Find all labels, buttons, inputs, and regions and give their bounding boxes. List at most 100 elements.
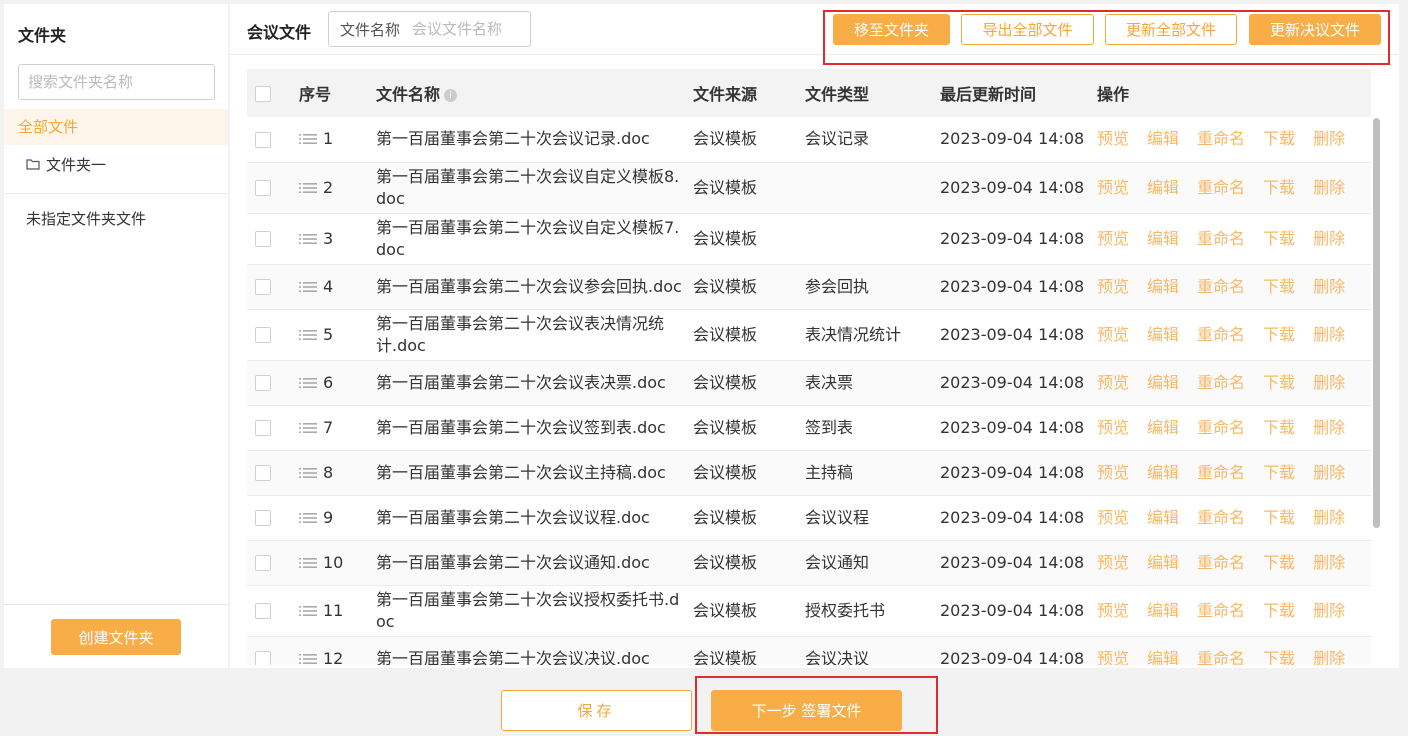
sidebar-item-all-files[interactable]: 全部文件 — [4, 109, 228, 145]
download-link[interactable]: 下载 — [1263, 553, 1295, 572]
row-checkbox[interactable] — [255, 231, 271, 247]
rename-link[interactable]: 重命名 — [1197, 178, 1245, 197]
rename-link[interactable]: 重命名 — [1197, 418, 1245, 437]
edit-link[interactable]: 编辑 — [1147, 178, 1179, 197]
move-to-folder-button[interactable]: 移至文件夹 — [833, 14, 950, 45]
drag-handle-icon[interactable] — [299, 281, 317, 293]
download-link[interactable]: 下载 — [1263, 649, 1295, 666]
delete-link[interactable]: 删除 — [1313, 553, 1345, 572]
create-folder-button[interactable]: 创建文件夹 — [51, 619, 181, 655]
row-checkbox[interactable] — [255, 651, 271, 665]
rename-link[interactable]: 重命名 — [1197, 508, 1245, 527]
sidebar-item-folder-one[interactable]: 文件夹一 — [26, 152, 106, 176]
delete-link[interactable]: 删除 — [1313, 229, 1345, 248]
delete-link[interactable]: 删除 — [1313, 373, 1345, 392]
rename-link[interactable]: 重命名 — [1197, 649, 1245, 666]
rename-link[interactable]: 重命名 — [1197, 463, 1245, 482]
edit-link[interactable]: 编辑 — [1147, 229, 1179, 248]
download-link[interactable]: 下载 — [1263, 418, 1295, 437]
edit-link[interactable]: 编辑 — [1147, 418, 1179, 437]
download-link[interactable]: 下载 — [1263, 178, 1295, 197]
delete-link[interactable]: 删除 — [1313, 418, 1345, 437]
row-checkbox[interactable] — [255, 327, 271, 343]
edit-link[interactable]: 编辑 — [1147, 373, 1179, 392]
row-checkbox[interactable] — [255, 555, 271, 571]
download-link[interactable]: 下载 — [1263, 129, 1295, 148]
delete-link[interactable]: 删除 — [1313, 463, 1345, 482]
drag-handle-icon[interactable] — [299, 653, 317, 665]
preview-link[interactable]: 预览 — [1097, 129, 1129, 148]
download-link[interactable]: 下载 — [1263, 229, 1295, 248]
edit-link[interactable]: 编辑 — [1147, 649, 1179, 666]
download-link[interactable]: 下载 — [1263, 601, 1295, 620]
preview-link[interactable]: 预览 — [1097, 178, 1129, 197]
preview-link[interactable]: 预览 — [1097, 649, 1129, 666]
drag-handle-icon[interactable] — [299, 467, 317, 479]
rename-link[interactable]: 重命名 — [1197, 129, 1245, 148]
rename-link[interactable]: 重命名 — [1197, 553, 1245, 572]
download-link[interactable]: 下载 — [1263, 508, 1295, 527]
filename-search-input[interactable] — [412, 20, 513, 38]
export-all-button[interactable]: 导出全部文件 — [961, 14, 1094, 45]
rename-link[interactable]: 重命名 — [1197, 277, 1245, 296]
edit-link[interactable]: 编辑 — [1147, 325, 1179, 344]
select-all-checkbox[interactable] — [255, 86, 271, 102]
delete-link[interactable]: 删除 — [1313, 325, 1345, 344]
delete-link[interactable]: 删除 — [1313, 601, 1345, 620]
preview-link[interactable]: 预览 — [1097, 508, 1129, 527]
update-all-button[interactable]: 更新全部文件 — [1105, 14, 1237, 45]
file-name: 第一百届董事会第二十次会议自定义模板7.doc — [376, 217, 680, 259]
delete-link[interactable]: 删除 — [1313, 277, 1345, 296]
edit-link[interactable]: 编辑 — [1147, 508, 1179, 527]
preview-link[interactable]: 预览 — [1097, 325, 1129, 344]
folder-search-input[interactable] — [18, 64, 215, 100]
row-checkbox[interactable] — [255, 603, 271, 619]
edit-link[interactable]: 编辑 — [1147, 463, 1179, 482]
row-checkbox[interactable] — [255, 420, 271, 436]
preview-link[interactable]: 预览 — [1097, 553, 1129, 572]
drag-handle-icon[interactable] — [299, 329, 317, 341]
download-link[interactable]: 下载 — [1263, 325, 1295, 344]
edit-link[interactable]: 编辑 — [1147, 601, 1179, 620]
update-resolution-button[interactable]: 更新决议文件 — [1249, 14, 1381, 45]
preview-link[interactable]: 预览 — [1097, 277, 1129, 296]
row-checkbox[interactable] — [255, 510, 271, 526]
drag-handle-icon[interactable] — [299, 377, 317, 389]
download-link[interactable]: 下载 — [1263, 277, 1295, 296]
drag-handle-icon[interactable] — [299, 557, 317, 569]
drag-handle-icon[interactable] — [299, 605, 317, 617]
row-checkbox[interactable] — [255, 180, 271, 196]
download-link[interactable]: 下载 — [1263, 463, 1295, 482]
delete-link[interactable]: 删除 — [1313, 178, 1345, 197]
drag-handle-icon[interactable] — [299, 512, 317, 524]
rename-link[interactable]: 重命名 — [1197, 325, 1245, 344]
sidebar-item-unassigned[interactable]: 未指定文件夹文件 — [26, 208, 146, 229]
rename-link[interactable]: 重命名 — [1197, 601, 1245, 620]
preview-link[interactable]: 预览 — [1097, 463, 1129, 482]
drag-handle-icon[interactable] — [299, 422, 317, 434]
delete-link[interactable]: 删除 — [1313, 508, 1345, 527]
preview-link[interactable]: 预览 — [1097, 229, 1129, 248]
delete-link[interactable]: 删除 — [1313, 129, 1345, 148]
row-checkbox[interactable] — [255, 131, 271, 148]
drag-handle-icon[interactable] — [299, 233, 317, 245]
row-checkbox[interactable] — [255, 375, 271, 391]
rename-link[interactable]: 重命名 — [1197, 229, 1245, 248]
preview-link[interactable]: 预览 — [1097, 373, 1129, 392]
delete-link[interactable]: 删除 — [1313, 649, 1345, 666]
download-link[interactable]: 下载 — [1263, 373, 1295, 392]
edit-link[interactable]: 编辑 — [1147, 129, 1179, 148]
edit-link[interactable]: 编辑 — [1147, 277, 1179, 296]
row-checkbox[interactable] — [255, 465, 271, 481]
drag-handle-icon[interactable] — [299, 133, 317, 145]
rename-link[interactable]: 重命名 — [1197, 373, 1245, 392]
info-icon[interactable]: i — [444, 89, 458, 102]
edit-link[interactable]: 编辑 — [1147, 553, 1179, 572]
drag-handle-icon[interactable] — [299, 182, 317, 194]
save-button[interactable]: 保存 — [501, 690, 692, 731]
next-step-sign-button[interactable]: 下一步 签署文件 — [711, 690, 902, 731]
preview-link[interactable]: 预览 — [1097, 601, 1129, 620]
table-scrollbar[interactable] — [1373, 118, 1380, 528]
row-checkbox[interactable] — [255, 279, 271, 295]
preview-link[interactable]: 预览 — [1097, 418, 1129, 437]
